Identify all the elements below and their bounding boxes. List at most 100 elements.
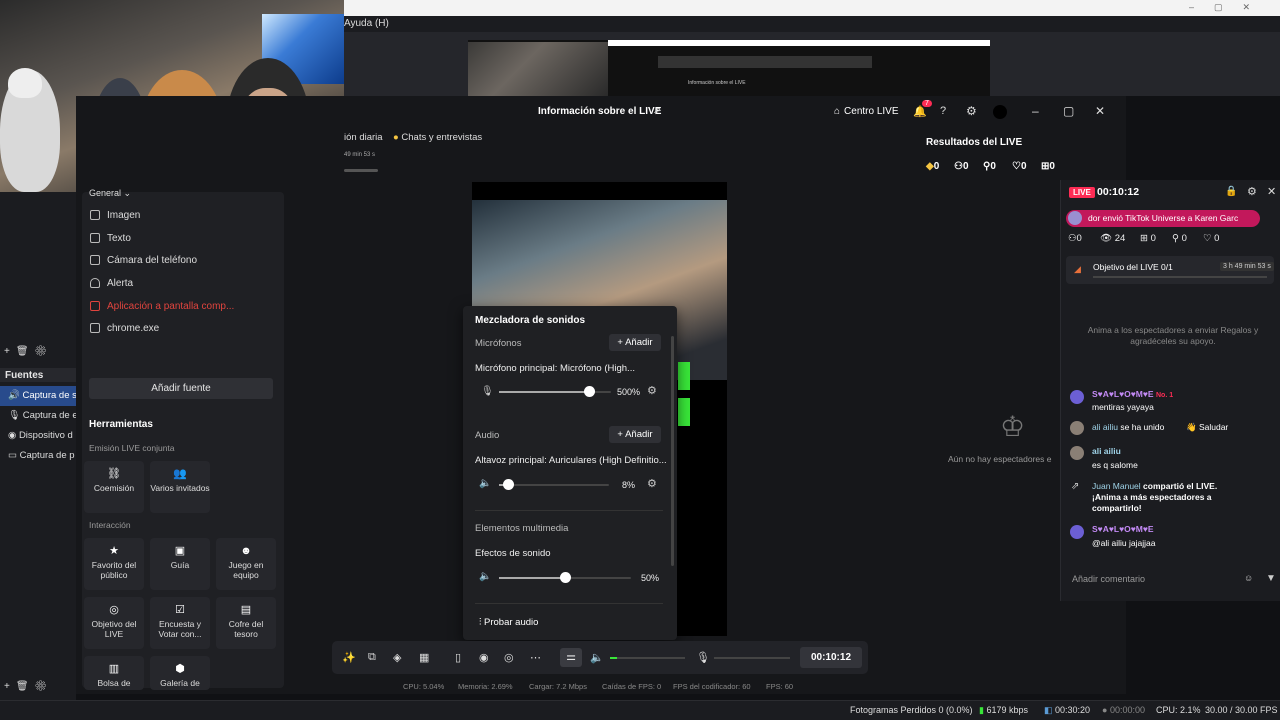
source-item[interactable]: 🎙 Captura de e bbox=[0, 406, 76, 426]
speaker-level[interactable] bbox=[610, 657, 685, 659]
tool-cofre[interactable]: ▤ Cofre del tesoro bbox=[216, 597, 276, 649]
tab-chats[interactable]: ● Chats y entrevistas bbox=[393, 132, 482, 143]
settings-icon[interactable]: ⚙ bbox=[647, 477, 657, 490]
speaker-icon[interactable]: 🔈 bbox=[590, 651, 604, 664]
effects-icon[interactable]: ◈ bbox=[393, 651, 401, 664]
record-icon[interactable]: ◉ bbox=[479, 651, 489, 664]
menu-imagen[interactable]: Imagen bbox=[90, 206, 140, 224]
divider bbox=[475, 510, 663, 511]
more-icon[interactable]: ⋯ bbox=[530, 651, 541, 664]
window-controls[interactable]: –▢✕ bbox=[1189, 2, 1270, 13]
grid-icon[interactable]: ▦ bbox=[419, 651, 429, 664]
tool-encuesta[interactable]: ☑ Encuesta y Votar con... bbox=[150, 597, 210, 649]
comment-placeholder: Añadir comentario bbox=[1072, 574, 1146, 584]
tool-guia[interactable]: ▣ Guía bbox=[150, 538, 210, 590]
share-icon: ⇗ bbox=[1071, 481, 1080, 492]
add-mic-button[interactable]: + Añadir bbox=[609, 334, 661, 351]
menu-alerta[interactable]: Alerta bbox=[90, 274, 133, 292]
tool-juego[interactable]: ☻ Juego en equipo bbox=[216, 538, 276, 590]
avatar bbox=[1068, 211, 1082, 225]
divider bbox=[475, 603, 663, 604]
scene-toolbar[interactable]: +🗑⚙ bbox=[4, 346, 53, 357]
avatar bbox=[1070, 390, 1084, 404]
chat-message: mentiras yayaya bbox=[1092, 402, 1154, 412]
comment-input[interactable]: Añadir comentario ☺ bbox=[1066, 567, 1262, 591]
mic-level[interactable] bbox=[714, 657, 790, 659]
lock-icon[interactable]: 🔒 bbox=[1225, 186, 1237, 197]
test-audio-button[interactable]: ⫶ Probar audio bbox=[479, 617, 538, 628]
general-label: General bbox=[89, 188, 122, 198]
sources-toolbar[interactable]: +🗑⚙ bbox=[4, 681, 53, 692]
mic-icon: 🎙 bbox=[481, 386, 494, 397]
settings-icon[interactable]: ⚙ bbox=[647, 384, 657, 397]
poll-icon: ☑ bbox=[175, 604, 185, 616]
live-goal[interactable]: ◢ Objetivo del LIVE 0/1 3 h 49 min 53 s bbox=[1066, 256, 1274, 284]
close-icon[interactable]: ✕ bbox=[1267, 185, 1276, 198]
tool-bolsa[interactable]: ▥ Bolsa de bbox=[84, 656, 144, 690]
speaker-icon: 🔈 bbox=[479, 571, 492, 582]
emoji-icon[interactable]: ☺ bbox=[1244, 573, 1253, 583]
minimize-icon[interactable]: – bbox=[1032, 104, 1039, 118]
nested-bar bbox=[608, 40, 990, 46]
source-label: Dispositivo d bbox=[18, 430, 73, 441]
fx-slider-knob[interactable] bbox=[560, 572, 571, 583]
magic-icon[interactable]: ✨ bbox=[342, 651, 356, 664]
join-message: ali ailiu se ha unido bbox=[1092, 422, 1164, 432]
tool-varios-invitados[interactable]: 👥 Varios invitados bbox=[150, 461, 210, 513]
phone-icon[interactable]: ▯ bbox=[455, 651, 461, 664]
menu-texto[interactable]: Texto bbox=[90, 229, 131, 247]
audio-slider-knob[interactable] bbox=[502, 479, 514, 490]
gear-icon[interactable]: ⚙ bbox=[1247, 185, 1257, 198]
username: S♥A♥L♥O♥M♥E bbox=[1092, 389, 1154, 399]
saludar-button[interactable]: 👋 Saludar bbox=[1180, 420, 1234, 435]
chat-username[interactable]: S♥A♥L♥O♥M♥E No. 1 bbox=[1092, 389, 1173, 399]
share-icon[interactable]: ⇗ bbox=[653, 106, 661, 117]
mic-icon[interactable]: 🎙 bbox=[696, 651, 710, 664]
source-item[interactable]: ◉ Dispositivo d bbox=[0, 426, 76, 446]
scrollbar[interactable] bbox=[671, 336, 674, 566]
menu-ayuda[interactable]: Ayuda (H) bbox=[344, 18, 389, 29]
dropped-frames: Fotogramas Perdidos 0 (0.0%) bbox=[850, 705, 973, 715]
rank-badge: No. 1 bbox=[1155, 392, 1174, 399]
tool-favorito[interactable]: ★ Favorito del público bbox=[84, 538, 144, 590]
add-source-button[interactable]: Añadir fuente bbox=[89, 378, 273, 399]
tool-galeria[interactable]: ⬢ Galería de bbox=[150, 656, 210, 690]
tool-label: Objetivo del LIVE bbox=[91, 619, 137, 639]
goal-progress bbox=[1093, 276, 1267, 278]
menu-chrome[interactable]: chrome.exe bbox=[90, 319, 159, 337]
signal-icon: ▮ bbox=[979, 705, 984, 715]
star-icon: ★ bbox=[109, 545, 119, 557]
menu-camara[interactable]: Cámara del teléfono bbox=[90, 251, 197, 269]
centro-live-button[interactable]: ⌂ Centro LIVE bbox=[834, 106, 899, 117]
tab-chats-label: Chats y entrevistas bbox=[401, 132, 483, 143]
gear-icon[interactable]: ⚙ bbox=[966, 104, 977, 118]
filter-icon[interactable]: ▼ bbox=[1266, 573, 1276, 584]
source-item[interactable]: ▭ Captura de p bbox=[0, 446, 76, 466]
emision-label: Emisión LIVE conjunta bbox=[89, 443, 175, 453]
tool-objetivo[interactable]: ◎ Objetivo del LIVE bbox=[84, 597, 144, 649]
chat-username[interactable]: ali ailiu bbox=[1092, 446, 1121, 456]
green-block bbox=[678, 362, 690, 390]
close-icon[interactable]: ✕ bbox=[1095, 104, 1105, 118]
tool-coemision[interactable]: ⛓ Coemisión bbox=[84, 461, 144, 513]
tool-label: Favorito del público bbox=[91, 560, 137, 580]
filter-icon[interactable]: ◎ bbox=[504, 651, 514, 664]
audio-slider[interactable] bbox=[499, 484, 609, 486]
empty-crown-icon: ♔ bbox=[1000, 411, 1026, 442]
mic-slider-knob[interactable] bbox=[583, 386, 595, 397]
centro-label: Centro LIVE bbox=[844, 106, 899, 117]
help-icon[interactable]: ? bbox=[940, 105, 946, 117]
camera-icon: ◉ bbox=[8, 430, 17, 441]
menu-aplicacion[interactable]: Aplicación a pantalla comp... bbox=[90, 297, 234, 315]
rec-time: ● 00:00:00 bbox=[1102, 705, 1145, 715]
maximize-icon[interactable]: ▢ bbox=[1063, 104, 1074, 118]
layout-icon[interactable]: ⧉ bbox=[368, 651, 376, 664]
avatar[interactable] bbox=[993, 105, 1007, 119]
interaccion-label: Interacción bbox=[89, 520, 131, 530]
chat-username[interactable]: S♥A♥L♥O♥M♥E bbox=[1092, 524, 1154, 534]
mixer-toggle-icon[interactable]: ⚌ bbox=[560, 648, 582, 667]
add-audio-button[interactable]: + Añadir bbox=[609, 426, 661, 443]
general-dropdown[interactable]: General ⌄ bbox=[89, 188, 131, 199]
tab-daily[interactable]: ión diaria bbox=[344, 132, 383, 143]
source-item[interactable]: 🔊 Captura de s bbox=[0, 386, 76, 406]
